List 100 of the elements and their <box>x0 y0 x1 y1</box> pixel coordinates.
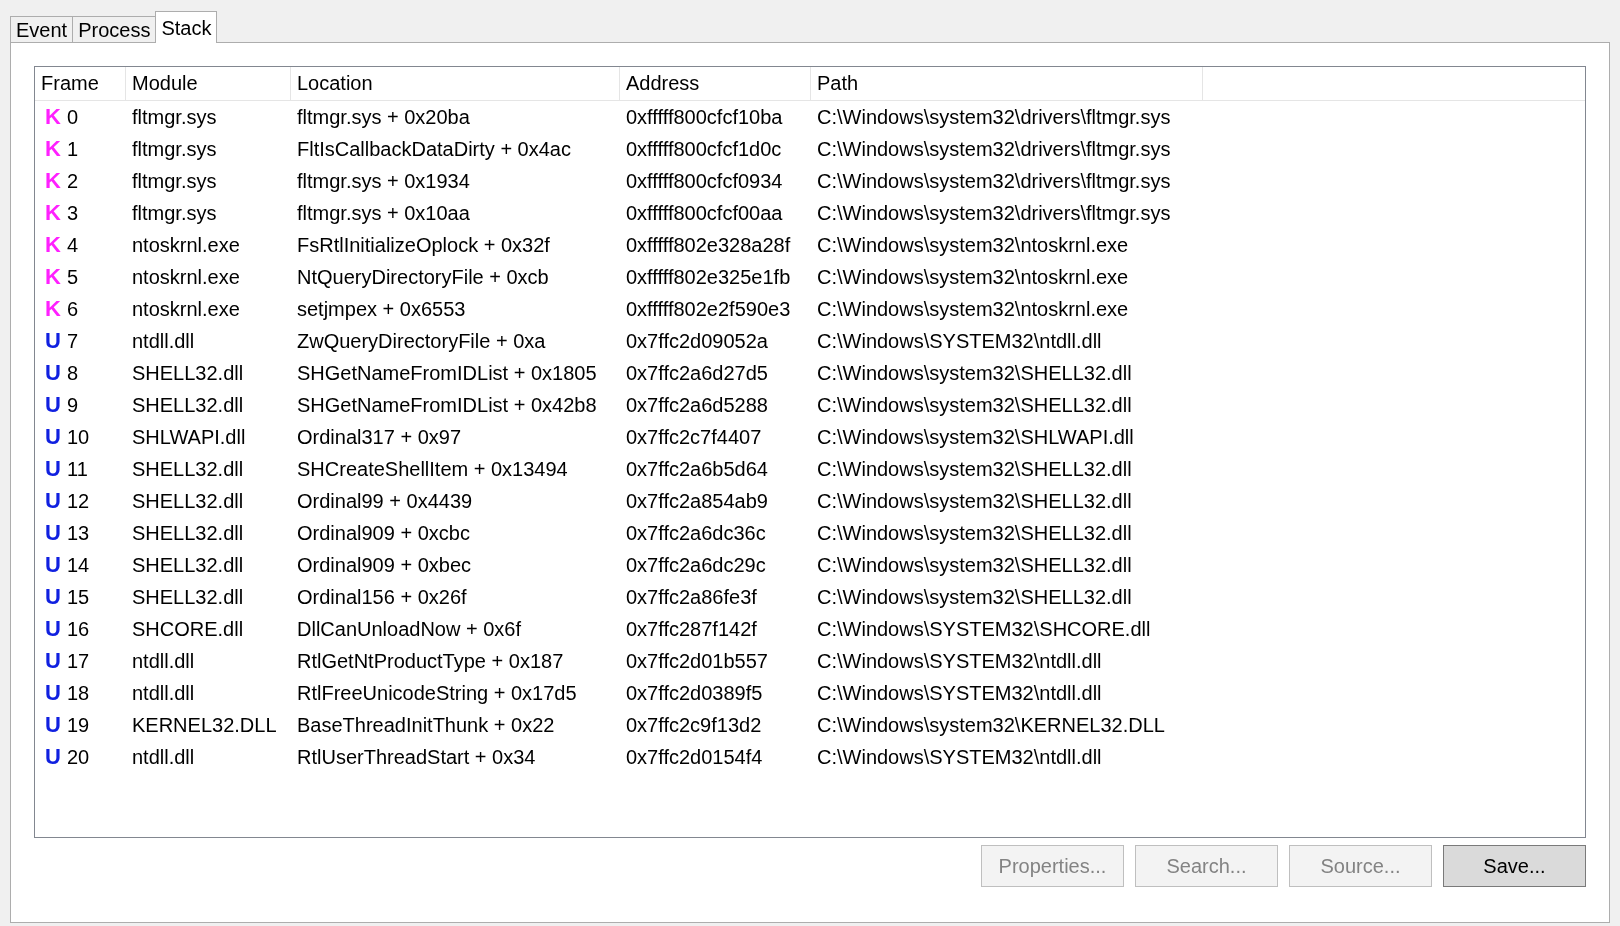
path-cell: C:\Windows\SYSTEM32\ntdll.dll <box>817 330 1102 352</box>
module-cell: SHCORE.dll <box>132 618 244 640</box>
location-cell: setjmpex + 0x6553 <box>297 298 466 320</box>
frame-cell-text: 8 <box>67 361 79 386</box>
location-cell: Ordinal909 + 0xbec <box>297 554 471 576</box>
address-cell: 0xfffff802e325e1fb <box>626 266 791 288</box>
location-cell: Ordinal99 + 0x4439 <box>297 490 473 512</box>
path-cell: C:\Windows\SYSTEM32\SHCORE.dll <box>817 618 1151 640</box>
path-cell: C:\Windows\system32\drivers\fltmgr.sys <box>817 106 1171 128</box>
address-cell: 0x7ffc2a6dc36c <box>626 522 766 544</box>
frame-cell-text: 4 <box>67 233 79 258</box>
user-mode-icon: U <box>45 458 59 480</box>
frame-cell-text: 17 <box>67 649 90 674</box>
path-cell: C:\Windows\system32\SHELL32.dll <box>817 362 1132 384</box>
user-mode-icon: U <box>45 522 59 544</box>
user-mode-icon: U <box>45 682 59 704</box>
dialog-button[interactable]: Save... <box>1443 845 1586 887</box>
location-cell: fltmgr.sys + 0x10aa <box>297 202 470 224</box>
address-header[interactable]: Address <box>620 67 811 101</box>
frame-cell-text: 11 <box>67 457 88 482</box>
location-cell: fltmgr.sys + 0x20ba <box>297 106 470 128</box>
frame-cell-text: 3 <box>67 201 79 226</box>
location-cell: RtlGetNtProductType + 0x187 <box>297 650 564 672</box>
path-cell: C:\Windows\system32\SHELL32.dll <box>817 586 1132 608</box>
address-cell: 0x7ffc2a6dc29c <box>626 554 766 576</box>
location-cell: FltIsCallbackDataDirty + 0x4ac <box>297 138 571 160</box>
frame-cell-text: 14 <box>67 553 90 578</box>
address-cell: 0xfffff800cfcf00aa <box>626 202 783 224</box>
module-header[interactable]: Module <box>126 67 291 101</box>
user-mode-icon: U <box>45 650 59 672</box>
module-cell: ntdll.dll <box>132 650 195 672</box>
kernel-mode-icon: K <box>45 202 59 224</box>
address-cell: 0x7ffc287f142f <box>626 618 757 640</box>
location-cell: Ordinal156 + 0x26f <box>297 586 467 608</box>
address-cell: 0xfffff800cfcf0934 <box>626 170 783 192</box>
module-cell: ntdll.dll <box>132 330 195 352</box>
module-cell: SHELL32.dll <box>132 394 244 416</box>
tab[interactable]: Stack <box>155 11 218 43</box>
module-cell: ntoskrnl.exe <box>132 298 240 320</box>
frame-cell-text: 12 <box>67 489 90 514</box>
path-cell: C:\Windows\system32\ntoskrnl.exe <box>817 266 1129 288</box>
address-cell: 0x7ffc2d01b557 <box>626 650 768 672</box>
location-cell: RtlUserThreadStart + 0x34 <box>297 746 536 768</box>
address-cell: 0x7ffc2d09052a <box>626 330 768 352</box>
user-mode-icon: U <box>45 426 59 448</box>
location-cell: BaseThreadInitThunk + 0x22 <box>297 714 555 736</box>
module-cell: fltmgr.sys <box>132 138 217 160</box>
path-cell: C:\Windows\SYSTEM32\ntdll.dll <box>817 650 1102 672</box>
path-cell: C:\Windows\system32\KERNEL32.DLL <box>817 714 1165 736</box>
user-mode-icon: U <box>45 362 59 384</box>
frame-cell-text: 5 <box>67 265 79 290</box>
tab[interactable]: Event <box>10 16 74 42</box>
location-cell: SHGetNameFromIDList + 0x42b8 <box>297 394 597 416</box>
module-cell: SHELL32.dll <box>132 490 244 512</box>
module-cell: fltmgr.sys <box>132 202 217 224</box>
location-cell: SHCreateShellItem + 0x13494 <box>297 458 568 480</box>
user-mode-icon: U <box>45 330 59 352</box>
module-cell: ntoskrnl.exe <box>132 266 240 288</box>
path-cell: C:\Windows\system32\drivers\fltmgr.sys <box>817 202 1171 224</box>
frame-cell-text: 18 <box>67 681 90 706</box>
module-cell: ntdll.dll <box>132 682 195 704</box>
path-cell: C:\Windows\SYSTEM32\ntdll.dll <box>817 746 1102 768</box>
kernel-mode-icon: K <box>45 298 59 320</box>
path-cell: C:\Windows\system32\SHELL32.dll <box>817 490 1132 512</box>
frame-cell-text: 13 <box>67 521 90 546</box>
path-cell: C:\Windows\system32\drivers\fltmgr.sys <box>817 170 1171 192</box>
path-cell: C:\Windows\system32\ntoskrnl.exe <box>817 298 1129 320</box>
kernel-mode-icon: K <box>45 170 59 192</box>
kernel-mode-icon: K <box>45 138 59 160</box>
kernel-mode-icon: K <box>45 234 59 256</box>
location-cell: Ordinal909 + 0xcbc <box>297 522 470 544</box>
location-cell: FsRtlInitializeOplock + 0x32f <box>297 234 550 256</box>
address-cell: 0xfffff800cfcf10ba <box>626 106 783 128</box>
path-cell: C:\Windows\system32\SHELL32.dll <box>817 554 1132 576</box>
module-cell: KERNEL32.DLL <box>132 714 277 736</box>
address-cell: 0x7ffc2c7f4407 <box>626 426 762 448</box>
frame-cell-text: 2 <box>67 169 79 194</box>
address-cell: 0x7ffc2a6d5288 <box>626 394 768 416</box>
frame-cell-text: 9 <box>67 393 79 418</box>
path-cell: C:\Windows\system32\SHELL32.dll <box>817 394 1132 416</box>
kernel-mode-icon: K <box>45 106 59 128</box>
path-cell: C:\Windows\system32\drivers\fltmgr.sys <box>817 138 1171 160</box>
location-header[interactable]: Location <box>291 67 620 101</box>
module-cell: ntoskrnl.exe <box>132 234 240 256</box>
path-header[interactable]: Path <box>811 67 1203 101</box>
address-cell: 0xfffff802e2f590e3 <box>626 298 791 320</box>
user-mode-icon: U <box>45 618 59 640</box>
module-cell: fltmgr.sys <box>132 170 217 192</box>
user-mode-icon: U <box>45 586 59 608</box>
user-mode-icon: U <box>45 394 59 416</box>
user-mode-icon: U <box>45 714 59 736</box>
module-cell: SHELL32.dll <box>132 586 244 608</box>
module-cell: fltmgr.sys <box>132 106 217 128</box>
user-mode-icon: U <box>45 554 59 576</box>
frame-cell-text: 1 <box>67 137 79 162</box>
frame-cell-text: 16 <box>67 617 90 642</box>
frame-cell-text: 7 <box>67 329 79 354</box>
module-cell: SHLWAPI.dll <box>132 426 246 448</box>
address-cell: 0x7ffc2a86fe3f <box>626 586 757 608</box>
frame-header[interactable]: Frame <box>35 67 126 101</box>
